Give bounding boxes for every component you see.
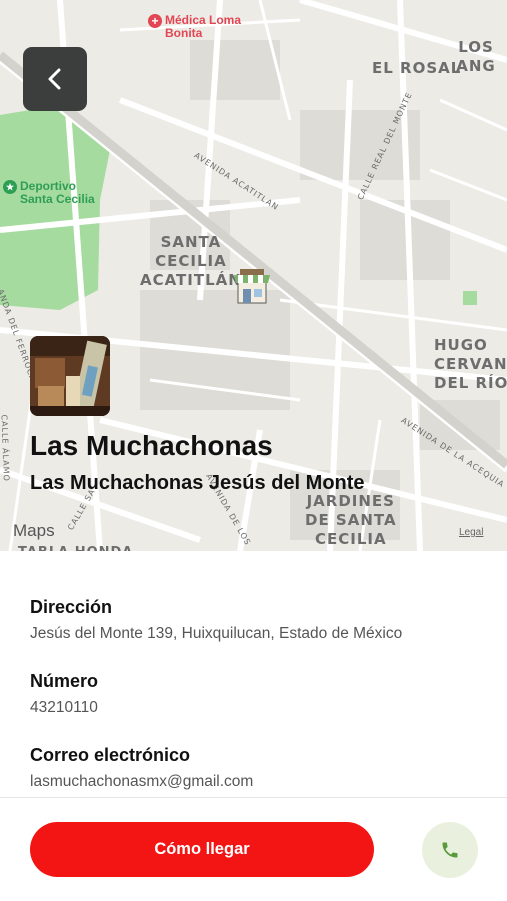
phone-icon xyxy=(442,842,458,858)
map-view[interactable]: + Médica Loma Bonita ★ Deportivo Santa Cec… xyxy=(0,0,507,551)
map-label-santa-cecilia: SANTA CECILIA ACATITLÁN xyxy=(140,233,242,289)
sport-icon: ★ xyxy=(3,180,17,194)
email-value[interactable]: lasmuchachonasmx@gmail.com xyxy=(30,773,253,791)
place-details: Dirección Jesús del Monte 139, Huixquilu… xyxy=(0,551,507,797)
phone-label: Número xyxy=(30,671,99,691)
map-label-hugo-cervantes: HUGO CERVANT DEL RÍO xyxy=(434,336,507,392)
legal-link[interactable]: Legal xyxy=(459,527,483,538)
phone-value[interactable]: 43210110 xyxy=(30,699,98,717)
poi-medica[interactable]: + Médica Loma Bonita xyxy=(148,14,260,40)
maps-attribution: Maps xyxy=(13,521,55,540)
map-label-el-rosal: EL ROSAL xyxy=(372,59,462,77)
chevron-left-icon xyxy=(48,68,61,90)
poi-deportivo[interactable]: ★ Deportivo Santa Cecilia xyxy=(3,180,105,206)
place-title: Las Muchachonas xyxy=(30,430,273,461)
map-label-jardines: JARDINES DE SANTA CECILIA xyxy=(305,492,397,548)
address-label: Dirección xyxy=(30,597,113,617)
hospital-icon: + xyxy=(148,14,162,28)
place-subtitle: Las Muchachonas Jesús del Monte xyxy=(30,472,365,494)
back-button[interactable] xyxy=(23,47,87,111)
action-bar: Cómo llegar xyxy=(0,797,507,901)
directions-button[interactable]: Cómo llegar xyxy=(30,822,374,877)
place-photo[interactable] xyxy=(30,336,110,416)
call-button[interactable] xyxy=(422,822,478,878)
map-label-tabla-honda: TABLA HONDA xyxy=(18,543,133,551)
store-marker-icon[interactable] xyxy=(230,265,274,309)
email-label: Correo electrónico xyxy=(30,745,191,765)
address-value[interactable]: Jesús del Monte 139, Huixquilucan, Estad… xyxy=(30,625,402,643)
